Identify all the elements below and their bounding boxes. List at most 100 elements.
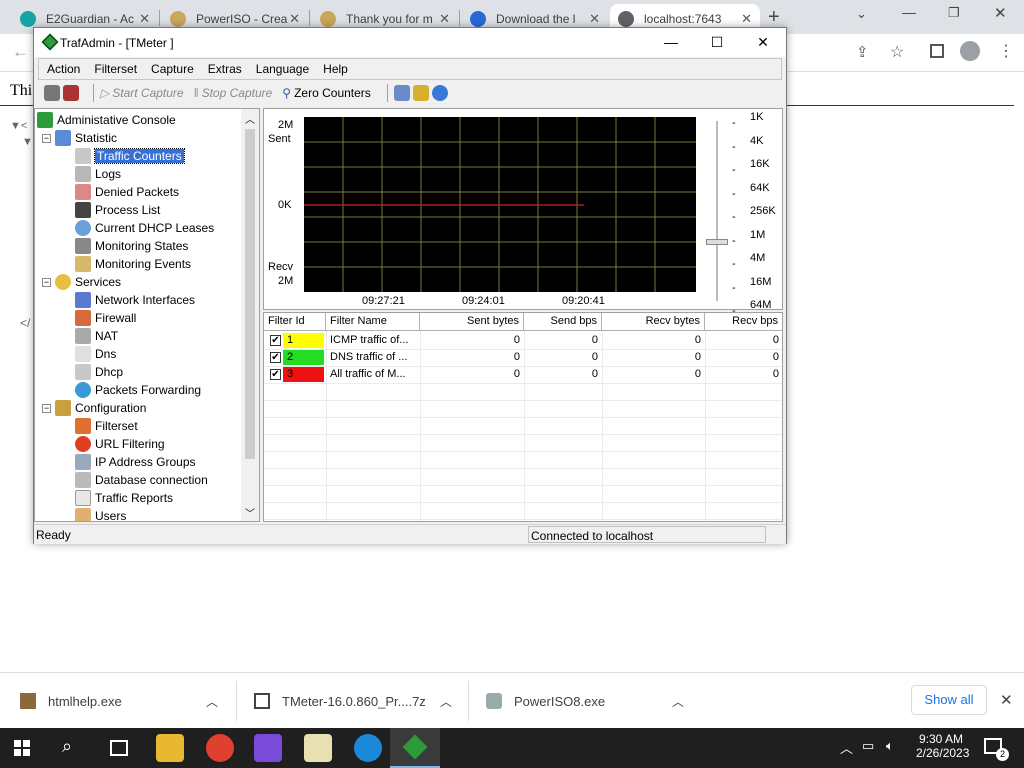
- back-arrow-icon[interactable]: ←: [12, 42, 29, 62]
- tree-services[interactable]: Services: [55, 273, 121, 291]
- search-icon[interactable]: [393, 85, 410, 101]
- tree-item-users[interactable]: Users: [75, 507, 126, 521]
- app-icon[interactable]: [304, 734, 332, 762]
- menu-language[interactable]: Language: [256, 62, 309, 76]
- tree-item-monitoring-states[interactable]: Monitoring States: [75, 237, 188, 255]
- start-capture-button[interactable]: ▷ Start Capture: [100, 86, 184, 100]
- scale-label[interactable]: 16M: [750, 276, 771, 288]
- download-item[interactable]: TMeter-16.0.860_Pr....7z ︿: [254, 673, 460, 729]
- chevron-up-icon[interactable]: ︿: [245, 111, 255, 126]
- close-icon[interactable]: ✕: [589, 11, 600, 27]
- chevron-up-icon[interactable]: ︿: [840, 738, 853, 757]
- menu-action[interactable]: Action: [47, 62, 80, 76]
- collapse-icon[interactable]: −: [42, 134, 51, 143]
- scrollbar-thumb[interactable]: [245, 129, 255, 459]
- tree-item-dns[interactable]: Dns: [75, 345, 116, 363]
- tree-item-nat[interactable]: NAT: [75, 327, 118, 345]
- new-tab-button[interactable]: +: [768, 6, 780, 29]
- collapse-icon[interactable]: −: [42, 278, 51, 287]
- kebab-menu-icon[interactable]: ⋮: [998, 41, 1014, 61]
- key-icon[interactable]: [412, 85, 429, 101]
- menu-capture[interactable]: Capture: [151, 62, 194, 76]
- tree-item-traffic-counters[interactable]: Traffic Counters: [75, 147, 185, 165]
- chrome-icon[interactable]: [206, 734, 234, 762]
- menu-extras[interactable]: Extras: [208, 62, 242, 76]
- tree-item-url-filtering[interactable]: URL Filtering: [75, 435, 165, 453]
- volume-icon[interactable]: 🔈︎: [886, 738, 894, 754]
- tmeter-taskbar-button[interactable]: [390, 728, 440, 768]
- clock[interactable]: 9:30 AM 2/26/2023: [916, 732, 969, 760]
- tree-item-monitoring-events[interactable]: Monitoring Events: [75, 255, 191, 273]
- chevron-down-icon[interactable]: ﹀: [245, 505, 255, 520]
- search-icon[interactable]: ⌕: [62, 736, 72, 757]
- tree-item-denied-packets[interactable]: Denied Packets: [75, 183, 179, 201]
- tree-item-network-interfaces[interactable]: Network Interfaces: [75, 291, 195, 309]
- scale-label[interactable]: 256K: [750, 205, 776, 217]
- column-header[interactable]: Send bps: [524, 313, 602, 331]
- minimize-button[interactable]: —: [648, 28, 694, 57]
- menu-help[interactable]: Help: [323, 62, 348, 76]
- scale-label[interactable]: 64K: [750, 182, 770, 194]
- chevron-up-icon[interactable]: ︿: [440, 693, 452, 710]
- windows-start-icon[interactable]: [14, 740, 30, 756]
- scale-label[interactable]: 1M: [750, 229, 765, 241]
- restore-button[interactable]: ❐: [948, 5, 960, 21]
- menu-filterset[interactable]: Filterset: [94, 62, 137, 76]
- tree-item-packets-forwarding[interactable]: Packets Forwarding: [75, 381, 201, 399]
- download-item[interactable]: PowerISO8.exe ︿: [486, 673, 696, 729]
- tree-scrollbar[interactable]: ︿ ﹀: [241, 109, 259, 521]
- close-button[interactable]: ✕: [740, 28, 786, 57]
- stop-capture-button[interactable]: ‖ Stop Capture: [194, 86, 273, 100]
- download-item[interactable]: htmlhelp.exe ︿: [20, 673, 230, 729]
- row-checkbox[interactable]: ✔: [270, 369, 281, 380]
- tree-item-dhcp[interactable]: Dhcp: [75, 363, 123, 381]
- scale-label[interactable]: 16K: [750, 158, 770, 170]
- close-button[interactable]: ✕: [994, 4, 1007, 22]
- collapse-icon[interactable]: −: [42, 404, 51, 413]
- window-title-bar[interactable]: TrafAdmin - [TMeter ] — ☐ ✕: [34, 28, 786, 57]
- close-icon[interactable]: ✕: [1000, 691, 1013, 709]
- row-checkbox[interactable]: ✔: [270, 335, 281, 346]
- network-icon[interactable]: ▭: [862, 738, 874, 754]
- share-icon[interactable]: ⇪: [856, 43, 869, 61]
- column-header[interactable]: Recv bytes: [602, 313, 705, 331]
- close-icon[interactable]: ✕: [439, 11, 450, 27]
- maximize-button[interactable]: ☐: [694, 28, 740, 57]
- help-icon[interactable]: [431, 85, 448, 101]
- tree-item-traffic-reports[interactable]: Traffic Reports: [75, 489, 173, 507]
- scale-label[interactable]: 4M: [750, 252, 765, 264]
- close-icon[interactable]: ✕: [289, 11, 300, 27]
- settings-gear-icon[interactable]: [44, 85, 60, 101]
- row-checkbox[interactable]: ✔: [270, 352, 281, 363]
- tree-item-dhcp-leases[interactable]: Current DHCP Leases: [75, 219, 214, 237]
- zero-counters-button[interactable]: ⚲ Zero Counters: [282, 86, 371, 100]
- task-view-icon[interactable]: [110, 740, 128, 756]
- tree-item-filterset[interactable]: Filterset: [75, 417, 138, 435]
- scale-label[interactable]: 4K: [750, 135, 763, 147]
- scale-label[interactable]: 64M: [750, 299, 771, 311]
- chevron-up-icon[interactable]: ︿: [206, 693, 218, 710]
- tab-search-chevron-icon[interactable]: ⌄: [856, 6, 867, 22]
- chevron-up-icon[interactable]: ︿: [672, 693, 684, 710]
- tree-item-logs[interactable]: Logs: [75, 165, 121, 183]
- tree-item-ip-groups[interactable]: IP Address Groups: [75, 453, 196, 471]
- column-header[interactable]: Sent bytes: [420, 313, 524, 331]
- tree-root[interactable]: Administative Console: [37, 111, 176, 129]
- close-icon[interactable]: ✕: [139, 11, 150, 27]
- show-all-button[interactable]: Show all: [911, 685, 987, 715]
- column-header[interactable]: Filter Id: [264, 313, 326, 331]
- profile-avatar[interactable]: [960, 41, 980, 61]
- file-explorer-icon[interactable]: [156, 734, 184, 762]
- side-panel-icon[interactable]: [930, 44, 944, 58]
- tree-item-firewall[interactable]: Firewall: [75, 309, 136, 327]
- column-header[interactable]: Recv bps: [705, 313, 782, 331]
- minimize-button[interactable]: —: [902, 4, 916, 20]
- scale-slider-track[interactable]: [716, 121, 718, 301]
- tree-statistic[interactable]: Statistic: [55, 129, 117, 147]
- edge-icon[interactable]: [354, 734, 382, 762]
- tree-item-process-list[interactable]: Process List: [75, 201, 160, 219]
- close-icon[interactable]: ✕: [741, 11, 752, 27]
- disconnect-icon[interactable]: [63, 85, 79, 101]
- scale-label[interactable]: 1K: [750, 111, 763, 123]
- tree-item-database-connection[interactable]: Database connection: [75, 471, 208, 489]
